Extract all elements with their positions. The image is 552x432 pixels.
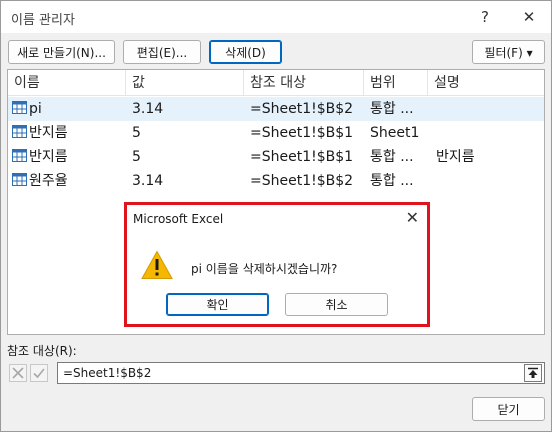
title-bar: 이름 관리자 ? ✕ [1,1,551,33]
ok-button[interactable]: 확인 [166,293,269,316]
dialog-title: Microsoft Excel [133,212,224,226]
refers-to-label: 참조 대상(R): [7,344,77,358]
cancel-x-icon [12,367,24,379]
table-row[interactable]: 원주율 3.14 =Sheet1!$B$2 통합 ... [8,169,544,193]
named-range-icon [12,149,27,162]
cell-comment [436,121,540,145]
cell-scope: Sheet1 [370,125,420,141]
cell-name: 반지름 [12,145,124,169]
name-text: 반지름 [29,149,68,165]
confirm-edit-button[interactable] [30,364,48,382]
dialog-body: pi 이름을 삭제하시겠습니까? 확인 취소 [127,236,427,324]
name-text: 원주율 [29,173,68,189]
name-text: 반지름 [29,125,68,141]
cell-name: pi [12,97,124,121]
help-button[interactable]: ? [471,5,499,29]
cell-value: 5 [132,125,141,141]
cancel-edit-button[interactable] [9,364,27,382]
dialog-message: pi 이름을 삭제하시겠습니까? [191,262,338,276]
dialog-close-button[interactable]: ✕ [406,208,419,227]
collapse-dialog-button[interactable] [524,364,542,382]
cell-refers-to: =Sheet1!$B$1 [250,125,354,141]
cell-value: 3.14 [132,173,164,189]
edit-name-button[interactable]: 편집(E)... [123,40,201,64]
table-row[interactable]: 반지름 5 =Sheet1!$B$1 통합 ... 반지름 [8,145,544,169]
named-range-icon [12,125,27,138]
delete-name-button[interactable]: 삭제(D) [209,40,282,64]
cell-scope: 통합 ... [370,101,414,117]
close-window-button[interactable]: ✕ [515,5,543,29]
cell-value: 5 [132,149,141,165]
cell-comment [436,97,540,121]
named-range-icon [12,101,27,114]
refers-to-value: =Sheet1!$B$2 [63,366,152,380]
cell-name: 원주율 [12,169,124,193]
table-row[interactable]: pi 3.14 =Sheet1!$B$2 통합 ... [8,97,544,121]
collapse-arrow-icon [528,367,538,378]
refers-to-input[interactable]: =Sheet1!$B$2 [57,362,545,384]
cell-comment: 반지름 [436,149,475,165]
column-header-name[interactable]: 이름 [8,70,126,96]
list-header: 이름 값 참조 대상 범위 설명 [8,70,544,96]
warning-icon [141,250,173,279]
name-text: pi [29,101,42,117]
cell-scope: 통합 ... [370,149,414,165]
refers-to-actions [9,364,51,384]
window-title: 이름 관리자 [11,13,75,28]
cell-comment [436,169,540,193]
column-header-comment[interactable]: 설명 [428,70,544,96]
cell-value: 3.14 [132,101,164,117]
named-range-icon [12,173,27,186]
column-header-value[interactable]: 값 [126,70,244,96]
new-name-button[interactable]: 새로 만들기(N)... [8,40,115,64]
checkmark-icon [33,368,45,379]
cell-refers-to: =Sheet1!$B$2 [250,101,354,117]
cancel-button[interactable]: 취소 [285,293,388,316]
cell-refers-to: =Sheet1!$B$1 [250,149,354,165]
cell-scope: 통합 ... [370,173,414,189]
name-manager-window: 이름 관리자 ? ✕ 새로 만들기(N)... 편집(E)... 삭제(D) 필… [0,0,552,432]
column-header-refers-to[interactable]: 참조 대상 [244,70,364,96]
delete-confirm-dialog: Microsoft Excel ✕ pi 이름을 삭제하시겠습니까? 확인 취소 [124,202,430,327]
cell-refers-to: =Sheet1!$B$2 [250,173,354,189]
close-button[interactable]: 닫기 [472,397,545,421]
column-header-scope[interactable]: 범위 [364,70,428,96]
cell-name: 반지름 [12,121,124,145]
table-row[interactable]: 반지름 5 =Sheet1!$B$1 Sheet1 [8,121,544,145]
filter-button[interactable]: 필터(F) ▾ [472,40,545,64]
